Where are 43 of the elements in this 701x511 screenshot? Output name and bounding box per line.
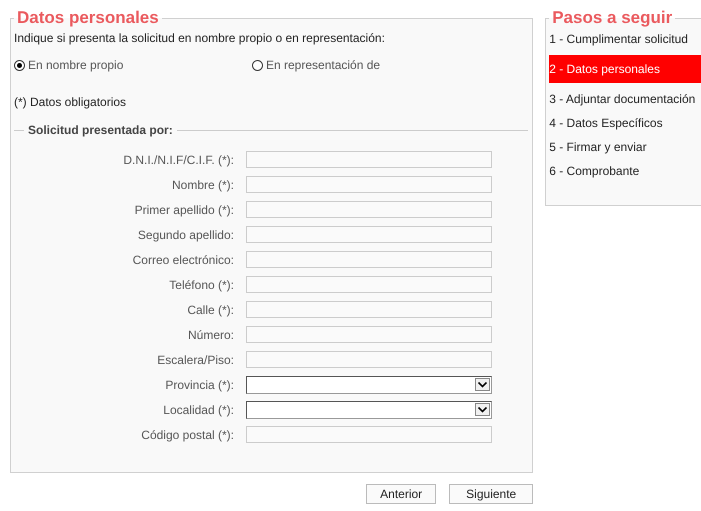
caret-icon [475,378,490,391]
steps-title: Pasos a seguir [551,9,674,27]
step-item[interactable]: 6 - Comprobante [549,159,701,183]
radio-label[interactable]: En representación de [266,58,380,72]
field-label: Correo electrónico: [132,252,235,266]
radio-button[interactable] [252,60,263,70]
radio-label[interactable]: En nombre propio [28,58,124,72]
form-title: Datos personales [16,9,160,27]
field-label: Nombre (*): [170,178,235,192]
field-label: Código postal (*): [140,428,235,442]
caret-icon [475,403,490,416]
input-field[interactable] [246,301,492,318]
nav-button[interactable]: Siguiente [449,484,534,504]
nav-button[interactable]: Anterior [366,484,436,504]
field-label: Calle (*): [186,302,235,316]
step-item[interactable]: 2 - Datos personales [549,55,701,83]
input-field[interactable] [246,276,492,293]
field-label: Provincia (*): [164,378,235,392]
step-item[interactable]: 1 - Cumplimentar solicitud [549,27,701,51]
field-label: D.N.I./N.I.F/C.I.F. (*): [122,152,235,166]
input-field[interactable] [246,226,492,243]
input-field[interactable] [246,251,492,268]
dropdown[interactable] [246,376,492,394]
section-title: Solicitud presentada por: [27,123,174,137]
step-item[interactable]: 5 - Firmar y enviar [549,135,701,159]
field-label: Número: [186,328,235,342]
field-label: Localidad (*): [162,402,235,416]
field-label: Teléfono (*): [168,278,235,292]
field-label: Primer apellido (*): [134,202,235,216]
input-field[interactable] [246,176,492,193]
input-field[interactable] [246,151,492,168]
step-item[interactable]: 3 - Adjuntar documentación [549,87,701,111]
input-field[interactable] [246,326,492,343]
dropdown[interactable] [246,400,492,418]
input-field[interactable] [246,201,492,218]
radio-button[interactable] [14,60,25,70]
input-field[interactable] [246,426,492,443]
input-field[interactable] [246,351,492,368]
intro-text: Indique si presenta la solicitud en nombre propio o en representación: [14,31,386,45]
required-note: (*) Datos obligatorios [14,95,128,109]
field-label: Segundo apellido: [136,228,235,242]
step-item[interactable]: 4 - Datos Específicos [549,111,701,135]
field-label: Escalera/Piso: [156,352,235,366]
